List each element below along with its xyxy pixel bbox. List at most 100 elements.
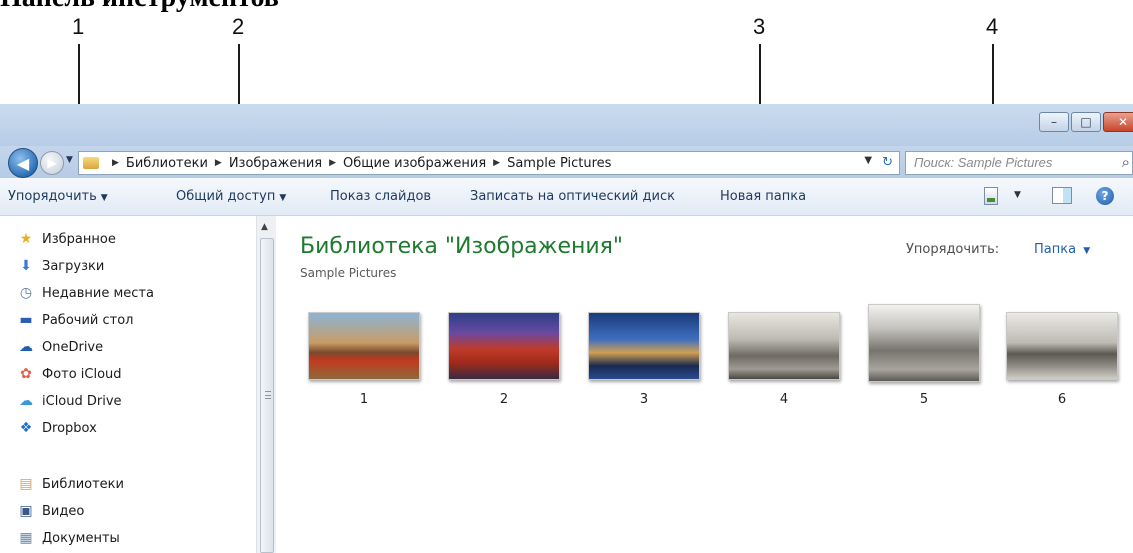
sidebar-item-onedrive[interactable]: ☁ OneDrive	[18, 336, 103, 358]
sidebar-item-documents[interactable]: ▦ Документы	[18, 527, 120, 549]
arrange-by-dropdown[interactable]: Папка ▼	[1034, 242, 1090, 257]
breadcrumb-item-images[interactable]: Изображения	[229, 156, 322, 171]
organize-button[interactable]: Упорядочить ▼	[8, 189, 108, 204]
slideshow-button[interactable]: Показ слайдов	[330, 189, 431, 204]
chevron-right-icon[interactable]: ▶	[112, 158, 119, 168]
video-icon: ▣	[19, 503, 33, 519]
back-button[interactable]: ◀	[8, 148, 38, 178]
sidebar-item-label: OneDrive	[42, 339, 104, 355]
image-label[interactable]: 4	[728, 392, 840, 407]
arrange-by-label: Упорядочить:	[906, 242, 1000, 257]
chevron-down-icon: ▼	[1083, 246, 1091, 256]
share-label: Общий доступ	[176, 189, 276, 204]
search-icon[interactable]: ⌕	[1122, 154, 1130, 171]
breadcrumb[interactable]: ▶ Библиотеки ▶ Изображения ▶ Общие изобр…	[78, 151, 900, 175]
refresh-icon[interactable]: ↻	[882, 155, 893, 170]
search-input[interactable]: Поиск: Sample Pictures ⌕	[905, 151, 1133, 175]
image-label[interactable]: 6	[1006, 392, 1118, 407]
burn-disc-button[interactable]: Записать на оптический диск	[470, 189, 675, 204]
breadcrumb-item-public-images[interactable]: Общие изображения	[343, 156, 486, 171]
chevron-down-icon: ▼	[100, 193, 108, 203]
address-bar: ◀ ▶ ▼ ▶ Библиотеки ▶ Изображения ▶ Общие…	[0, 146, 1133, 178]
breadcrumb-item-sample-pictures[interactable]: Sample Pictures	[507, 156, 611, 171]
callout-number-3: 3	[753, 14, 766, 39]
image-thumbnail[interactable]	[868, 304, 980, 382]
explorer-window: – □ ✕ ◀ ▶ ▼ ▶ Библиотеки ▶ Изображения ▶…	[0, 104, 1133, 553]
sidebar-item-label: Недавние места	[42, 285, 154, 301]
chevron-down-icon: ▼	[279, 193, 287, 203]
image-label[interactable]: 1	[308, 392, 420, 407]
command-toolbar: Упорядочить ▼ Общий доступ ▼ Показ слайдов…	[0, 178, 1133, 216]
address-actions: ▼ ↻	[864, 155, 893, 170]
onedrive-icon: ☁	[19, 339, 33, 355]
search-placeholder: Поиск: Sample Pictures	[914, 155, 1053, 170]
sidebar-item-label: iCloud Drive	[42, 393, 122, 409]
sidebar-item-downloads[interactable]: ⬇ Загрузки	[18, 255, 104, 277]
navigation-pane: ★ Избранное ⬇ Загрузки ◷ Недавние места …	[0, 216, 276, 553]
minimize-button[interactable]: –	[1039, 112, 1069, 132]
sidebar-item-video[interactable]: ▣ Видео	[18, 500, 84, 522]
content-pane: Библиотека "Изображения" Sample Pictures…	[276, 216, 1133, 553]
sidebar-item-label: Избранное	[42, 231, 116, 247]
dropbox-icon: ❖	[19, 420, 33, 436]
navigation-scrollbar[interactable]: ▲	[256, 216, 276, 553]
sidebar-item-icloud-drive[interactable]: ☁ iCloud Drive	[18, 390, 122, 412]
sidebar-item-label: Библиотеки	[42, 476, 124, 492]
close-button[interactable]: ✕	[1103, 112, 1133, 132]
title-bar: – □ ✕	[0, 104, 1133, 146]
callout-number-4: 4	[986, 14, 999, 39]
image-label[interactable]: 5	[868, 392, 980, 407]
image-thumbnail[interactable]	[728, 312, 840, 380]
new-folder-button[interactable]: Новая папка	[720, 189, 806, 204]
sidebar-item-label: Видео	[42, 503, 85, 519]
scroll-up-icon[interactable]: ▲	[261, 222, 268, 232]
chevron-right-icon[interactable]: ▶	[329, 158, 336, 168]
scrollbar-thumb[interactable]	[260, 238, 274, 553]
callout-number-2: 2	[232, 14, 245, 39]
sidebar-item-icloud-photos[interactable]: ✿ Фото iCloud	[18, 363, 121, 385]
library-subtitle: Sample Pictures	[300, 266, 397, 280]
share-button[interactable]: Общий доступ ▼	[176, 189, 286, 204]
image-label[interactable]: 3	[588, 392, 700, 407]
sidebar-item-label: Dropbox	[42, 420, 97, 436]
chevron-right-icon[interactable]: ▶	[215, 158, 222, 168]
page-heading: Панель инструментов	[0, 0, 279, 14]
desktop-icon: ▬	[19, 312, 33, 328]
preview-pane-icon[interactable]	[1052, 187, 1072, 204]
sidebar-item-recent-places[interactable]: ◷ Недавние места	[18, 282, 154, 304]
sidebar-item-desktop[interactable]: ▬ Рабочий стол	[18, 309, 133, 331]
sidebar-item-dropbox[interactable]: ❖ Dropbox	[18, 417, 97, 439]
downloads-icon: ⬇	[20, 258, 32, 274]
sidebar-item-libraries[interactable]: ▤ Библиотеки	[18, 473, 124, 495]
back-arrow-icon: ◀	[16, 153, 30, 173]
chevron-right-icon[interactable]: ▶	[493, 158, 500, 168]
sidebar-item-label: Рабочий стол	[42, 312, 134, 328]
arrange-by-value: Папка	[1034, 242, 1077, 257]
recent-pages-dropdown[interactable]: ▼	[66, 155, 73, 165]
maximize-button[interactable]: □	[1071, 112, 1101, 132]
sidebar-item-label: Документы	[42, 530, 120, 546]
image-thumbnail[interactable]	[448, 312, 560, 380]
image-thumbnail[interactable]	[1006, 312, 1118, 380]
help-icon[interactable]: ?	[1096, 187, 1114, 205]
icloud-drive-icon: ☁	[19, 393, 33, 409]
forward-arrow-icon: ▶	[47, 156, 57, 170]
chevron-down-icon[interactable]: ▼	[1014, 190, 1021, 200]
forward-button[interactable]: ▶	[40, 151, 64, 175]
scroll-grip-icon	[265, 391, 271, 399]
image-thumbnail[interactable]	[308, 312, 420, 380]
sidebar-item-label: Загрузки	[42, 258, 105, 274]
sidebar-item-favorites[interactable]: ★ Избранное	[18, 228, 116, 250]
change-view-icon[interactable]	[984, 187, 998, 205]
image-label[interactable]: 2	[448, 392, 560, 407]
folder-icon	[83, 157, 99, 169]
callout-number-1: 1	[72, 14, 85, 39]
window-controls: – □ ✕	[1039, 112, 1133, 132]
libraries-icon: ▤	[19, 476, 33, 492]
icloud-photos-icon: ✿	[20, 366, 32, 382]
image-thumbnail[interactable]	[588, 312, 700, 380]
address-history-dropdown[interactable]: ▼	[864, 155, 872, 170]
documents-icon: ▦	[19, 530, 33, 546]
recent-places-icon: ◷	[19, 285, 33, 301]
breadcrumb-item-libraries[interactable]: Библиотеки	[126, 156, 208, 171]
